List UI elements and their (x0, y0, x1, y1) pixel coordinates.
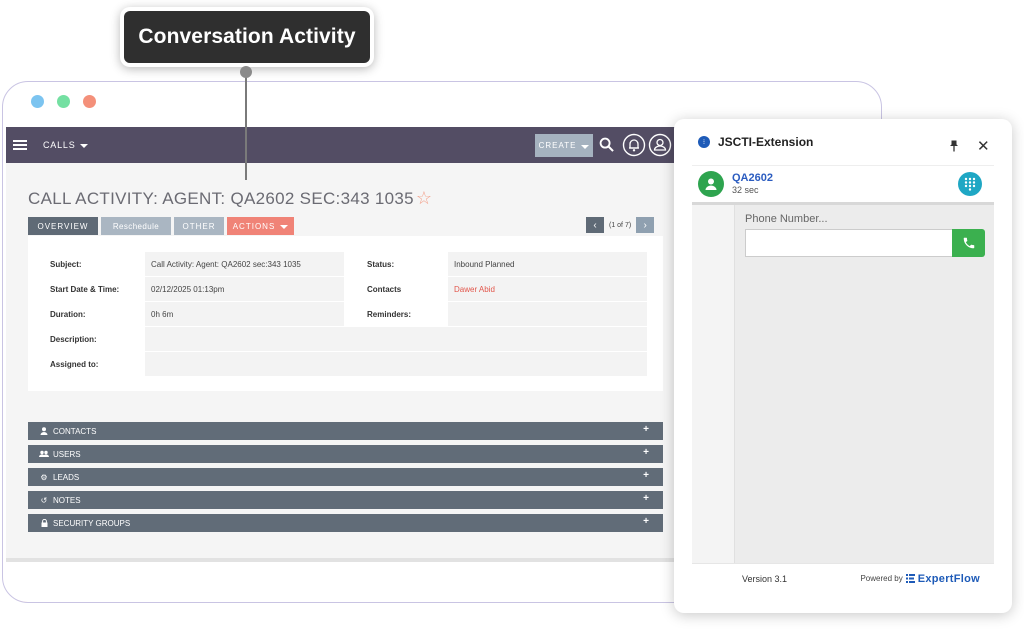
tab-overview[interactable]: OVERVIEW (28, 217, 98, 235)
expertflow-brand: ExpertFlow (917, 572, 980, 585)
search-icon[interactable] (599, 137, 614, 152)
pin-icon[interactable] (949, 140, 959, 155)
subject-label: Subject: (50, 259, 82, 269)
create-button[interactable]: CREATE (535, 134, 593, 157)
subpanel-notes[interactable]: ↺ NOTES + (28, 491, 663, 509)
duration-label: Duration: (50, 309, 86, 319)
reminders-value[interactable] (448, 302, 647, 326)
expand-plus-icon[interactable]: + (643, 470, 649, 481)
agent-status-row: QA2602 32 sec (692, 165, 994, 205)
chevron-down-icon (581, 144, 590, 149)
status-value[interactable]: Inbound Planned (448, 252, 647, 276)
subpanel-label: LEADS (53, 472, 80, 482)
record-title-text: CALL ACTIVITY: AGENT: QA2602 SEC:343 103… (28, 189, 414, 208)
powered-by-text: Powered by (860, 574, 903, 583)
extension-logo-icon: ⁝ (698, 136, 710, 148)
description-value[interactable] (145, 327, 647, 351)
user-profile-icon[interactable] (648, 133, 672, 157)
subpanel-leads[interactable]: ⚙ LEADS + (28, 468, 663, 486)
calls-menu[interactable]: CALLS (43, 140, 88, 150)
notifications-bell-icon[interactable] (622, 133, 646, 157)
tab-actions[interactable]: ACTIONS (227, 217, 294, 235)
contacts-link[interactable]: Dawer Abid (448, 277, 647, 301)
agent-avatar-icon (698, 171, 724, 197)
extension-header: ⁝ JSCTI-Extension (674, 119, 1012, 165)
subpanels: CONTACTS + USERS + ⚙ LEADS + ↺ NOTES + S… (28, 422, 663, 537)
description-label: Description: (50, 334, 97, 344)
window-dot-orange[interactable] (83, 95, 96, 108)
subpanel-users[interactable]: USERS + (28, 445, 663, 463)
record-tabs: OVERVIEW Reschedule OTHER ACTIONS (28, 217, 294, 235)
hamburger-menu-icon[interactable] (13, 140, 27, 150)
chevron-down-icon (280, 225, 289, 229)
gear-icon: ⚙ (40, 472, 48, 482)
expand-plus-icon[interactable]: + (643, 516, 649, 527)
favorite-star-icon[interactable]: ☆ (416, 188, 432, 208)
expand-plus-icon[interactable]: + (643, 493, 649, 504)
window-controls (31, 95, 96, 108)
create-label: CREATE (538, 141, 577, 150)
assigned-to-label: Assigned to: (50, 359, 99, 369)
expand-plus-icon[interactable]: + (643, 447, 649, 458)
crm-app: CALLS CREATE CALL ACTIVITY: AGENT: QA260… (6, 127, 706, 562)
actions-label: ACTIONS (232, 221, 276, 231)
record-pager: ‹ (1 of 7) › (586, 217, 655, 233)
callout-label: Conversation Activity (138, 25, 356, 48)
subpanel-label: CONTACTS (53, 426, 97, 436)
app-bottom-bar (6, 558, 706, 562)
status-label: Status: (367, 259, 395, 269)
subpanel-label: USERS (53, 449, 81, 459)
contacts-label: Contacts (367, 284, 402, 294)
extension-body: Phone Number... (692, 205, 994, 563)
next-record-button[interactable]: › (636, 217, 655, 233)
chevron-down-icon (79, 144, 88, 148)
agent-state-timer: 32 sec (732, 185, 759, 195)
callout-pointer-dot (240, 66, 252, 78)
agent-name: QA2602 (732, 172, 773, 184)
phone-number-label: Phone Number... (745, 213, 828, 225)
calls-menu-label: CALLS (43, 140, 76, 150)
users-icon (38, 450, 50, 458)
call-button[interactable] (952, 229, 985, 257)
tab-reschedule[interactable]: Reschedule (101, 217, 171, 235)
top-navbar: CALLS CREATE (6, 127, 706, 163)
powered-by: Powered by ExpertFlow (860, 573, 980, 585)
previous-record-button[interactable]: ‹ (586, 217, 604, 233)
version-text: Version 3.1 (742, 573, 788, 584)
pager-text: (1 of 7) (609, 221, 632, 229)
assigned-to-value[interactable] (145, 352, 647, 376)
subpanel-label: SECURITY GROUPS (53, 518, 131, 528)
lock-icon (38, 519, 50, 527)
reminders-label: Reminders: (367, 309, 412, 319)
detail-panel: Subject: Start Date & Time: Duration: De… (28, 236, 663, 391)
record-title: CALL ACTIVITY: AGENT: QA2602 SEC:343 103… (28, 188, 432, 209)
close-icon[interactable]: ✕ (977, 137, 990, 155)
window-dot-blue[interactable] (31, 95, 44, 108)
window-dot-green[interactable] (57, 95, 70, 108)
dialpad-icon[interactable] (958, 172, 982, 196)
phone-icon (963, 237, 974, 249)
phone-number-input[interactable] (745, 229, 953, 257)
subpanel-contacts[interactable]: CONTACTS + (28, 422, 663, 440)
expand-plus-icon[interactable]: + (643, 424, 649, 435)
expertflow-logo-icon (905, 574, 915, 583)
tab-other[interactable]: OTHER (174, 217, 224, 235)
callout-pointer-line (245, 72, 247, 180)
jscti-extension-panel: ⁝ JSCTI-Extension ✕ QA2602 32 sec Phone … (674, 119, 1012, 613)
person-icon (38, 427, 50, 435)
start-date-value[interactable]: 02/12/2025 01:13pm (145, 277, 344, 301)
extension-footer: Version 3.1 Powered by ExpertFlow (692, 563, 994, 593)
history-icon: ↺ (40, 495, 48, 505)
conversation-activity-callout: Conversation Activity (124, 11, 370, 63)
extension-sidebar (692, 205, 735, 563)
subpanel-security-groups[interactable]: SECURITY GROUPS + (28, 514, 663, 532)
start-date-label: Start Date & Time: (50, 284, 120, 294)
duration-value[interactable]: 0h 6m (145, 302, 344, 326)
extension-title: JSCTI-Extension (718, 135, 814, 149)
subpanel-label: NOTES (53, 495, 81, 505)
subject-value[interactable]: Call Activity: Agent: QA2602 sec:343 103… (145, 252, 344, 276)
